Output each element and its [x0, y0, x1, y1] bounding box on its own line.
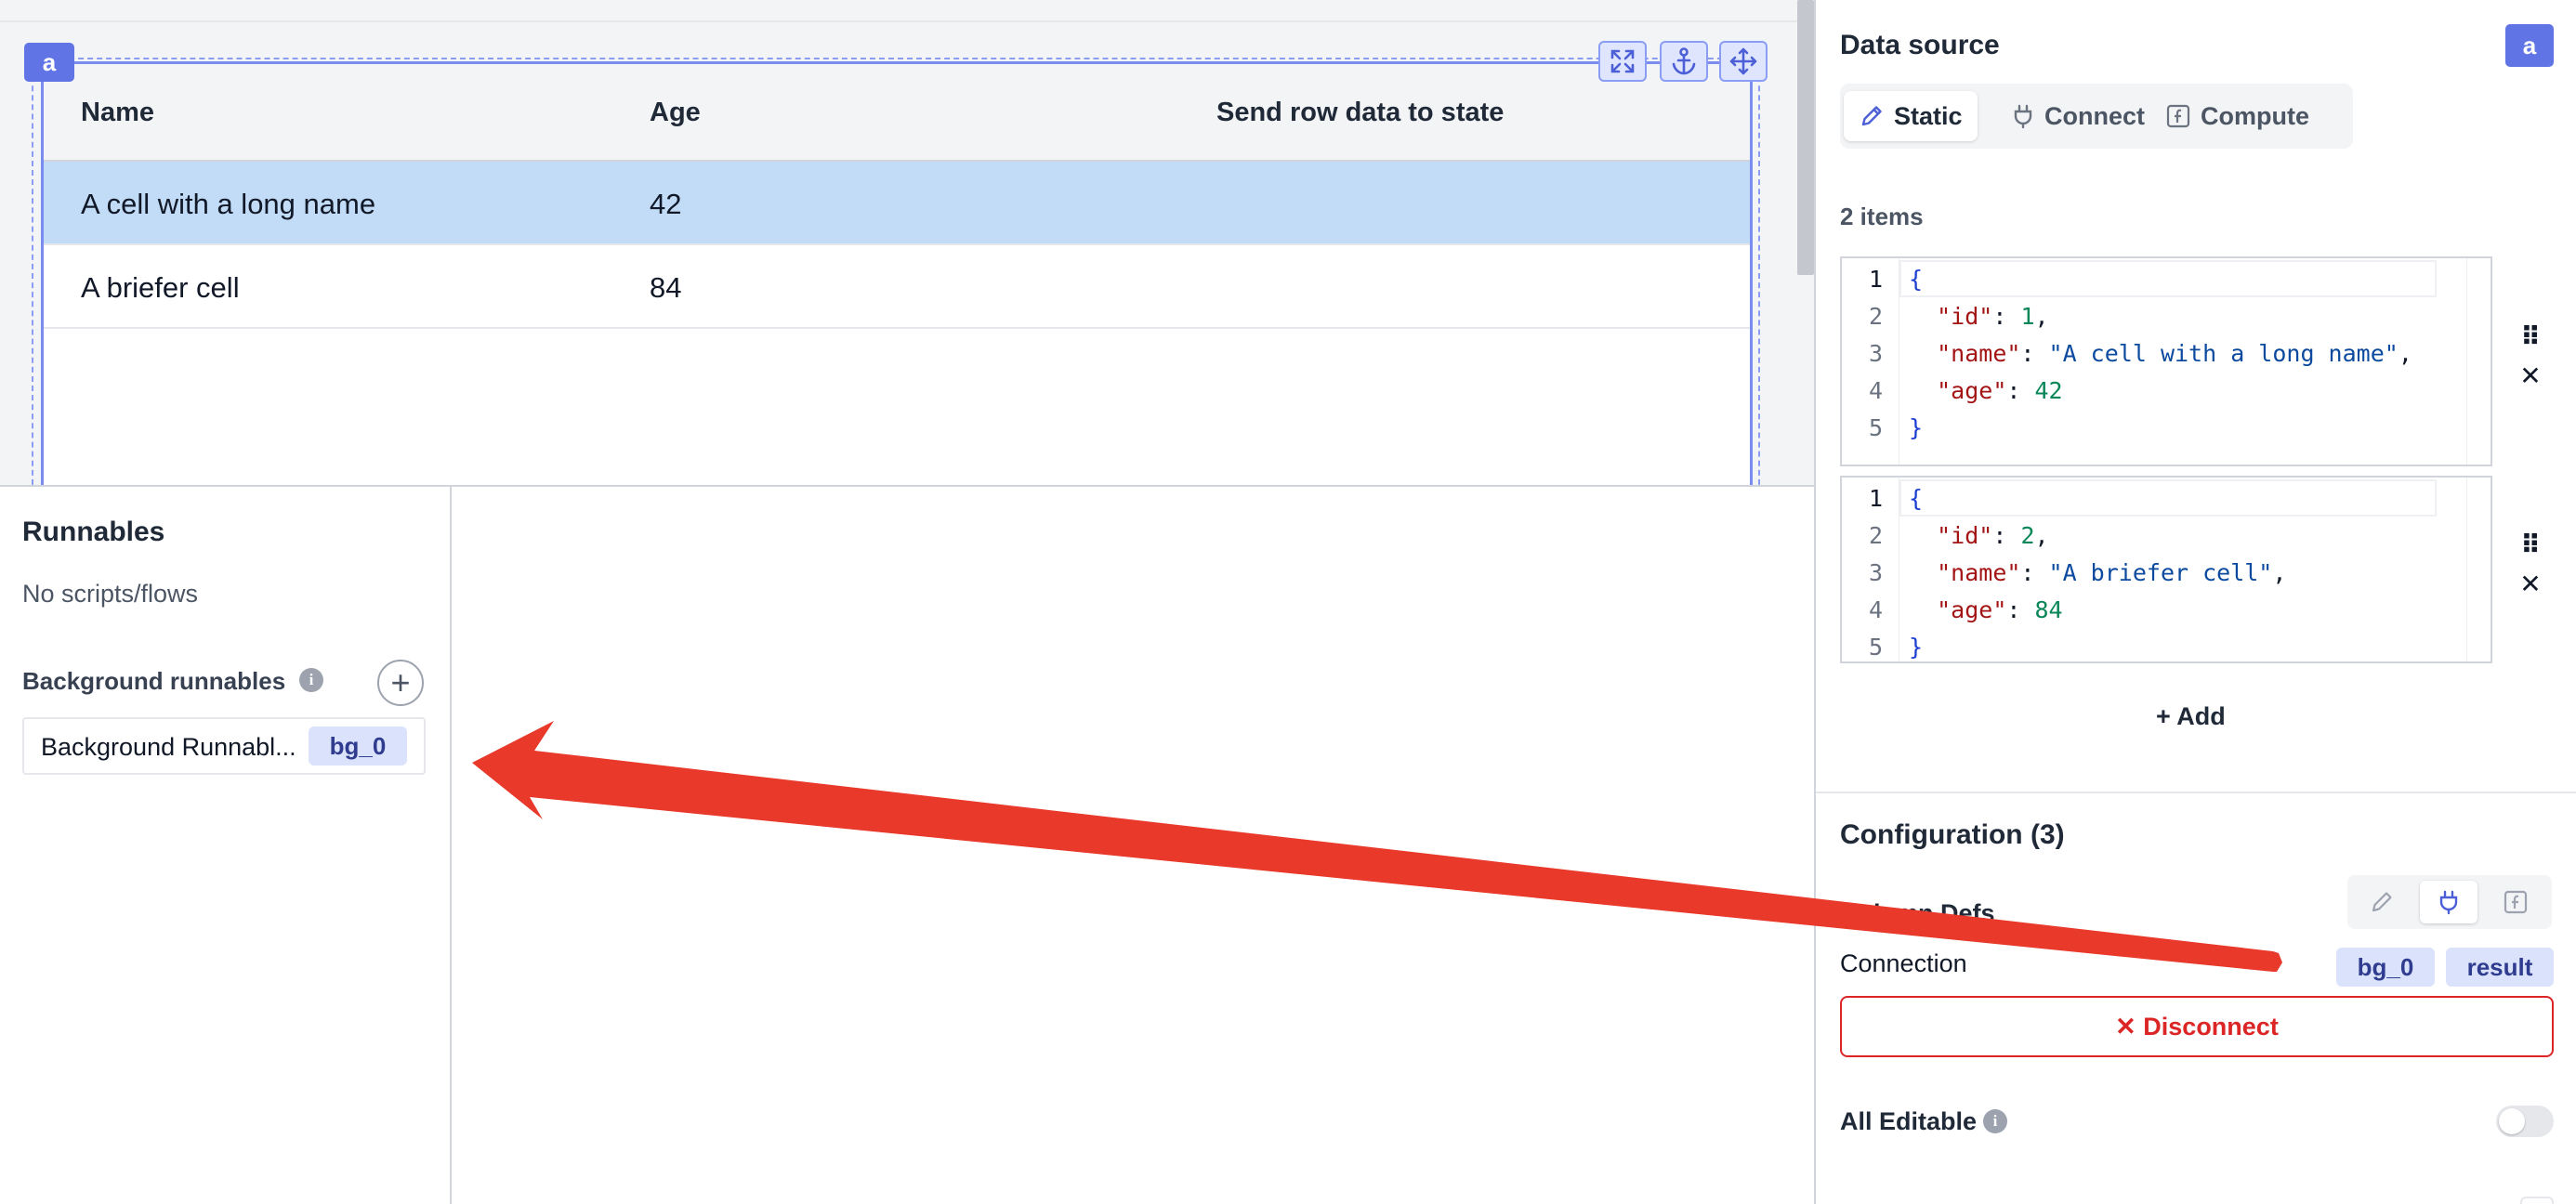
all-editable-toggle[interactable] — [2496, 1106, 2554, 1137]
tab-compute[interactable]: Compute — [2150, 91, 2324, 141]
json-editor-item[interactable]: 1{ 2 "id": 2, 3 "name": "A briefer cell"… — [1840, 476, 2492, 663]
canvas-scrollbar[interactable] — [1797, 0, 1814, 275]
table-row[interactable]: A briefer cell 84 — [44, 245, 1750, 329]
column-defs-mode-toggle — [2347, 875, 2552, 929]
component-id-badge: a — [2505, 24, 2554, 67]
connection-label: Connection — [1840, 949, 1967, 977]
table-cell-age: 84 — [650, 271, 682, 304]
move-icon[interactable] — [1719, 41, 1768, 82]
canvas-top-divider — [0, 20, 1797, 22]
table-row[interactable]: A cell with a long name 42 — [44, 162, 1750, 245]
static-mode-button[interactable] — [2353, 881, 2411, 923]
item-id-value: 2 — [2020, 521, 2035, 549]
app-canvas: Name Age Send row data to state A cell w… — [0, 0, 1797, 485]
editor-scrollbar[interactable] — [2466, 478, 2491, 661]
tab-connect-label: Connect — [2044, 101, 2145, 130]
item-name-value: "A briefer cell" — [2048, 558, 2273, 586]
delete-item-icon[interactable]: ✕ — [2515, 569, 2546, 599]
add-item-button[interactable]: + Add — [2156, 702, 2226, 731]
info-icon[interactable]: i — [299, 668, 323, 692]
column-defs-label: Column Defs — [1840, 899, 1995, 927]
item-age-value: 84 — [2034, 595, 2063, 623]
compute-mode-button[interactable] — [2487, 881, 2544, 923]
section-divider — [1816, 792, 2576, 793]
item-id-value: 1 — [2020, 302, 2035, 330]
disconnect-button[interactable]: ✕ Disconnect — [1840, 996, 2554, 1057]
function-icon — [2166, 104, 2190, 128]
background-runnable-item[interactable]: Background Runnabl... bg_0 — [22, 717, 426, 775]
pencil-icon — [1861, 106, 1882, 126]
items-count: 2 items — [1840, 203, 1924, 230]
panel-splitter-vertical[interactable] — [450, 487, 452, 1204]
json-editor-item[interactable]: 1{ 2 "id": 1, 3 "name": "A cell with a l… — [1840, 256, 2492, 466]
table-header-row: Name Age Send row data to state — [44, 64, 1750, 162]
toggle-knob — [2499, 1108, 2525, 1134]
tab-compute-label: Compute — [2201, 101, 2309, 130]
runnables-title: Runnables — [22, 517, 165, 547]
expand-icon[interactable] — [1598, 41, 1647, 82]
tab-connect[interactable]: Connect — [1996, 91, 2160, 141]
component-id-badge[interactable]: a — [24, 43, 74, 82]
tab-static[interactable]: Static — [1844, 91, 1978, 141]
item-age-value: 42 — [2034, 376, 2063, 404]
runnables-empty-text: No scripts/flows — [22, 580, 199, 608]
all-editable-label: All Editable — [1840, 1107, 1978, 1135]
tab-static-label: Static — [1894, 101, 1963, 130]
item-name-value: "A cell with a long name" — [2048, 339, 2399, 367]
data-source-title: Data source — [1840, 30, 2000, 60]
configuration-title: Configuration (3) — [1840, 819, 2065, 850]
table-cell-name: A cell with a long name — [81, 188, 376, 220]
editor-scrollbar[interactable] — [2466, 258, 2491, 465]
drag-handle-icon[interactable]: ⠿ — [2515, 530, 2546, 560]
column-header-send-row[interactable]: Send row data to state — [1216, 98, 1504, 128]
add-background-runnable-button[interactable]: + — [377, 660, 424, 706]
right-panel-divider[interactable] — [1814, 0, 1816, 1204]
anchor-icon[interactable] — [1660, 41, 1708, 82]
data-source-mode-tabs: Static Connect Compute — [1840, 84, 2353, 149]
plug-icon — [2439, 890, 2458, 915]
pencil-icon — [2372, 892, 2392, 912]
drag-handle-icon[interactable]: ⠿ — [2515, 321, 2546, 352]
connection-source-chip: bg_0 — [2336, 948, 2435, 987]
background-runnable-label: Background Runnabl... — [41, 733, 296, 761]
info-icon[interactable]: i — [1983, 1109, 2007, 1133]
partial-toggle[interactable] — [2520, 1197, 2554, 1204]
column-header-name[interactable]: Name — [81, 98, 154, 128]
plug-icon — [2014, 104, 2032, 129]
table-cell-name: A briefer cell — [81, 271, 240, 304]
connect-mode-button[interactable] — [2420, 881, 2477, 923]
delete-item-icon[interactable]: ✕ — [2515, 360, 2546, 391]
panel-splitter-horizontal[interactable] — [0, 485, 1814, 487]
connection-field-chip: result — [2446, 948, 2554, 987]
table-cell-age: 42 — [650, 188, 682, 220]
function-icon — [2504, 890, 2528, 914]
column-header-age[interactable]: Age — [650, 98, 701, 128]
background-runnables-title: Background runnables — [22, 667, 286, 695]
runnable-id-badge: bg_0 — [309, 726, 407, 766]
